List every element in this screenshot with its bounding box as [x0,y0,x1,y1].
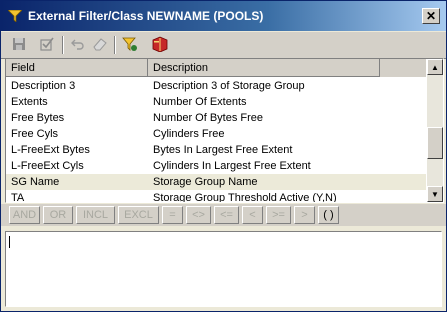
or-button[interactable]: OR [43,206,73,224]
filter-icon [7,9,23,23]
description-cell: Cylinders Free [153,128,225,140]
filter-icon [122,36,138,55]
help-button[interactable] [150,35,170,55]
field-cell: Free Bytes [11,112,65,124]
incl-button[interactable]: INCL [76,206,115,224]
chevron-down-icon: ▼ [431,189,439,199]
fields-grid: Field Description Description 3 Descript… [5,58,444,203]
table-row[interactable]: Extents Number Of Extents [6,94,426,110]
table-row[interactable]: L-FreeExt Cyls Cylinders In Largest Free… [6,158,426,174]
and-button[interactable]: AND [9,206,40,224]
table-row[interactable]: TA Storage Group Threshold Active (Y,N) [6,190,426,203]
undo-icon [71,38,85,53]
table-row[interactable]: Description 3 Description 3 of Storage G… [6,78,426,94]
field-cell: L-FreeExt Bytes [11,144,90,156]
table-row-selected[interactable]: SG Name Storage Group Name [6,174,426,190]
save-button[interactable] [9,35,29,55]
text-caret [9,236,10,248]
table-row[interactable]: L-FreeExt Bytes Bytes In Largest Free Ex… [6,142,426,158]
verify-button[interactable] [37,35,57,55]
close-button[interactable]: ✕ [422,8,440,24]
description-cell: Storage Group Threshold Active (Y,N) [153,192,337,203]
grid-header: Field Description [6,59,426,77]
title-bar[interactable]: External Filter/Class NEWNAME (POOLS) ✕ [1,1,446,31]
column-header-description[interactable]: Description [148,59,380,77]
description-cell: Number Of Bytes Free [153,112,264,124]
column-header-field[interactable]: Field [6,59,148,77]
filter-button[interactable] [120,35,140,55]
field-cell: TA [11,192,25,203]
scroll-down-button[interactable]: ▼ [427,186,443,202]
save-icon [12,37,26,54]
description-cell: Bytes In Largest Free Extent [153,144,293,156]
greater-than-button[interactable]: > [294,206,315,224]
less-equal-button[interactable]: <= [214,206,239,224]
toolbar [1,32,446,59]
excl-button[interactable]: EXCL [118,206,159,224]
field-cell: L-FreeExt Cyls [11,160,84,172]
scroll-up-button[interactable]: ▲ [427,59,443,75]
window-title: External Filter/Class NEWNAME (POOLS) [28,9,264,23]
vertical-scrollbar[interactable]: ▲ ▼ [427,59,443,202]
undo-button[interactable] [68,35,88,55]
filter-window: External Filter/Class NEWNAME (POOLS) ✕ [0,0,447,312]
field-cell: Free Cyls [11,128,59,140]
table-row[interactable]: Free Bytes Number Of Bytes Free [6,110,426,126]
eraser-icon [92,37,108,54]
equals-button[interactable]: = [162,206,183,224]
description-cell: Cylinders In Largest Free Extent [153,160,311,172]
greater-equal-button[interactable]: >= [266,206,291,224]
not-equal-button[interactable]: <> [186,206,211,224]
description-cell: Storage Group Name [153,176,258,188]
book-icon [151,36,169,55]
scroll-thumb[interactable] [427,127,443,159]
description-cell: Description 3 of Storage Group [153,80,305,92]
chevron-up-icon: ▲ [431,62,439,72]
toolbar-separator [62,36,64,54]
filter-expression-editor[interactable] [5,231,442,307]
clear-button[interactable] [90,35,110,55]
less-than-button[interactable]: < [242,206,263,224]
operator-bar: AND OR INCL EXCL = <> <= < >= > ( ) [1,204,446,226]
field-cell: Description 3 [11,80,76,92]
description-cell: Number Of Extents [153,96,247,108]
table-row[interactable]: Free Cyls Cylinders Free [6,126,426,142]
field-cell: SG Name [11,176,60,188]
parentheses-button[interactable]: ( ) [318,206,339,224]
check-icon [39,37,55,54]
toolbar-separator [114,36,116,54]
field-cell: Extents [11,96,48,108]
